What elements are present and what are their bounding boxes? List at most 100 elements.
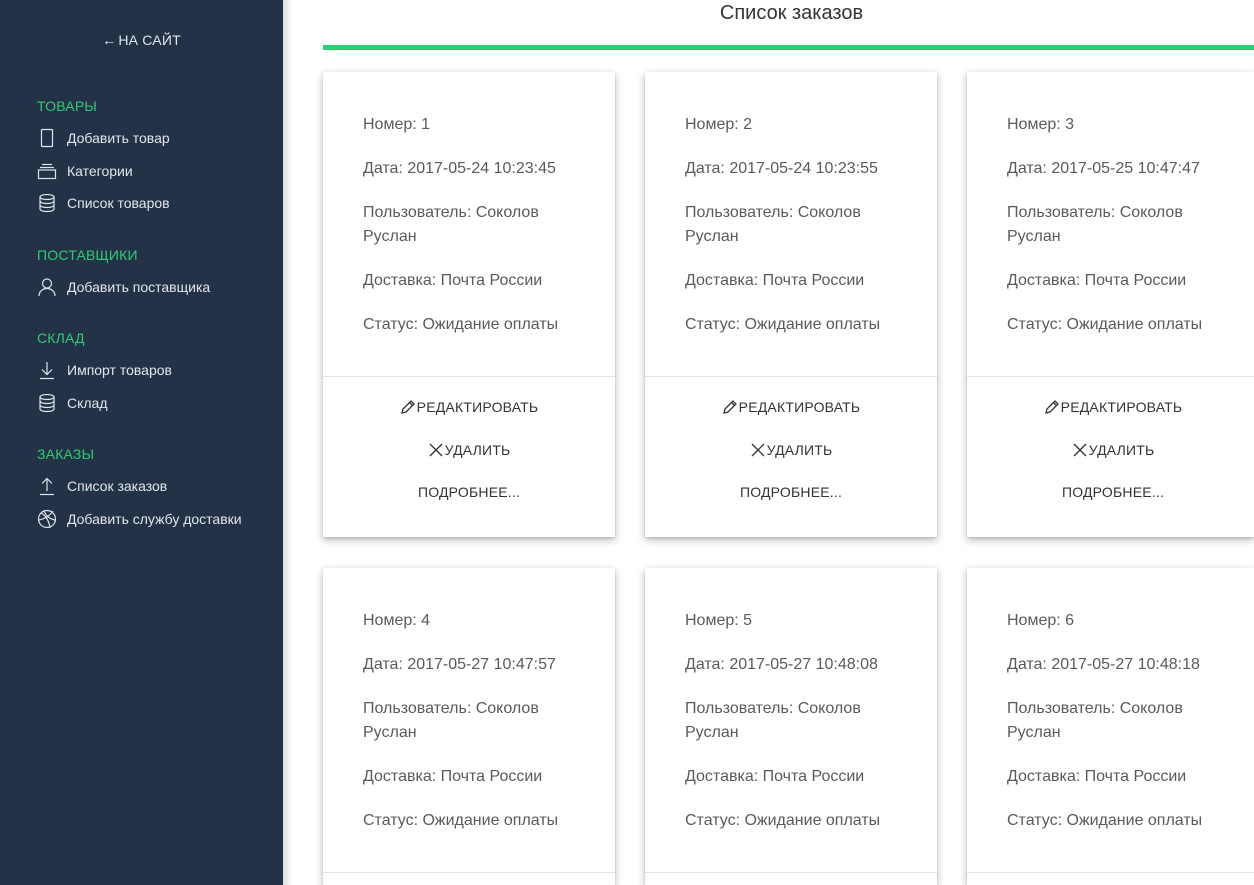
sidebar-item-label: Список товаров <box>67 195 170 211</box>
globe-icon <box>37 509 57 529</box>
edit-button[interactable]: РЕДАКТИРОВАТЬ <box>967 399 1254 415</box>
details-label: ПОДРОБНЕЕ... <box>417 484 521 500</box>
delete-button[interactable]: УДАЛИТЬ <box>323 442 615 458</box>
section-title-suppliers: ПОСТАВЩИКИ <box>37 247 138 263</box>
card-divider <box>323 376 615 377</box>
edit-button[interactable]: РЕДАКТИРОВАТЬ <box>645 399 937 415</box>
order-card: Номер: 4 Дата: 2017-05-27 10:47:57 Польз… <box>323 568 615 885</box>
section-title-warehouse: СКЛАД <box>37 330 85 346</box>
sidebar-item-label: Добавить поставщика <box>67 279 211 295</box>
card-divider <box>645 376 937 377</box>
order-number: Номер: 1 <box>363 116 431 133</box>
delete-button[interactable]: УДАЛИТЬ <box>645 442 937 458</box>
order-status: Статус: Ожидание оплаты <box>363 812 559 829</box>
back-link-label: НА САЙТ <box>118 32 181 48</box>
order-user: Пользователь: Соколов Руслан <box>363 700 539 741</box>
pencil-icon <box>400 400 415 414</box>
order-number: Номер: 6 <box>1007 612 1075 629</box>
order-number: Номер: 4 <box>363 612 431 629</box>
sidebar-item-product-list[interactable]: Список товаров <box>37 192 170 214</box>
card-divider <box>967 376 1254 377</box>
sidebar-item-add-delivery-service[interactable]: Добавить службу доставки <box>37 508 242 530</box>
order-status: Статус: Ожидание оплаты <box>1007 316 1203 333</box>
order-delivery: Доставка: Почта России <box>1007 272 1187 289</box>
order-card: Номер: 3 Дата: 2017-05-25 10:47:47 Польз… <box>967 72 1254 537</box>
delete-label: УДАЛИТЬ <box>1088 442 1155 458</box>
card-divider <box>323 872 615 873</box>
order-number: Номер: 2 <box>685 116 753 133</box>
order-date: Дата: 2017-05-27 10:47:57 <box>363 656 556 673</box>
order-number: Номер: 3 <box>1007 116 1075 133</box>
order-user: Пользователь: Соколов Руслан <box>1007 700 1183 741</box>
order-status: Статус: Ожидание оплаты <box>685 316 881 333</box>
details-button[interactable]: ПОДРОБНЕЕ... <box>645 484 937 500</box>
sidebar-item-label: Категории <box>67 163 133 179</box>
edit-label: РЕДАКТИРОВАТЬ <box>416 399 539 415</box>
download-icon <box>37 360 57 380</box>
order-status: Статус: Ожидание оплаты <box>363 316 559 333</box>
order-date: Дата: 2017-05-27 10:48:08 <box>685 656 878 673</box>
close-icon <box>429 443 443 457</box>
order-status: Статус: Ожидание оплаты <box>685 812 881 829</box>
order-number: Номер: 5 <box>685 612 753 629</box>
sidebar-item-order-list[interactable]: Список заказов <box>37 475 167 497</box>
edit-button[interactable]: РЕДАКТИРОВАТЬ <box>323 399 615 415</box>
order-card: Номер: 1 Дата: 2017-05-24 10:23:45 Польз… <box>323 72 615 537</box>
back-to-site-link[interactable]: ← НА САЙТ <box>0 32 283 48</box>
sidebar-item-add-supplier[interactable]: Добавить поставщика <box>37 276 210 298</box>
order-date: Дата: 2017-05-24 10:23:45 <box>363 160 556 177</box>
order-delivery: Доставка: Почта России <box>685 768 865 785</box>
sidebar-item-label: Список заказов <box>67 478 168 494</box>
order-delivery: Доставка: Почта России <box>1007 768 1187 785</box>
tablet-icon <box>37 128 57 148</box>
order-user: Пользователь: Соколов Руслан <box>685 204 861 245</box>
details-label: ПОДРОБНЕЕ... <box>739 484 843 500</box>
sidebar-item-warehouse[interactable]: Склад <box>37 392 108 414</box>
sidebar-item-categories[interactable]: Категории <box>37 160 133 182</box>
order-status: Статус: Ожидание оплаты <box>1007 812 1203 829</box>
pencil-icon <box>722 400 737 414</box>
order-delivery: Доставка: Почта России <box>363 272 543 289</box>
database-icon <box>37 393 57 413</box>
order-date: Дата: 2017-05-25 10:47:47 <box>1007 160 1200 177</box>
title-underline <box>323 45 1254 50</box>
delete-label: УДАЛИТЬ <box>766 442 833 458</box>
delete-button[interactable]: УДАЛИТЬ <box>967 442 1254 458</box>
order-user: Пользователь: Соколов Руслан <box>685 700 861 741</box>
order-delivery: Доставка: Почта России <box>685 272 865 289</box>
order-delivery: Доставка: Почта России <box>363 768 543 785</box>
close-icon <box>1073 443 1087 457</box>
order-card: Номер: 6 Дата: 2017-05-27 10:48:18 Польз… <box>967 568 1254 885</box>
edit-label: РЕДАКТИРОВАТЬ <box>1060 399 1183 415</box>
database-icon <box>37 193 57 213</box>
section-title-orders: ЗАКАЗЫ <box>37 446 95 462</box>
page-title: Список заказов <box>719 2 864 24</box>
order-user: Пользователь: Соколов Руслан <box>1007 204 1183 245</box>
order-date: Дата: 2017-05-24 10:23:55 <box>685 160 878 177</box>
details-label: ПОДРОБНЕЕ... <box>1061 484 1165 500</box>
order-user: Пользователь: Соколов Руслан <box>363 204 539 245</box>
upload-icon <box>37 476 57 496</box>
sidebar-item-label: Добавить службу доставки <box>67 511 242 527</box>
close-icon <box>751 443 765 457</box>
edit-label: РЕДАКТИРОВАТЬ <box>738 399 861 415</box>
pencil-icon <box>1044 400 1059 414</box>
order-card: Номер: 5 Дата: 2017-05-27 10:48:08 Польз… <box>645 568 937 885</box>
stack-icon <box>37 161 57 181</box>
user-icon <box>37 277 57 297</box>
section-title-products: ТОВАРЫ <box>37 98 97 114</box>
delete-label: УДАЛИТЬ <box>444 442 511 458</box>
arrow-left-icon: ← <box>102 32 117 48</box>
sidebar-item-add-product[interactable]: Добавить товар <box>37 127 170 149</box>
sidebar-shadow <box>283 0 293 885</box>
card-divider <box>967 872 1254 873</box>
sidebar-item-label: Импорт товаров <box>67 362 172 378</box>
order-card: Номер: 2 Дата: 2017-05-24 10:23:55 Польз… <box>645 72 937 537</box>
order-date: Дата: 2017-05-27 10:48:18 <box>1007 656 1200 673</box>
sidebar-item-import-products[interactable]: Импорт товаров <box>37 359 172 381</box>
details-button[interactable]: ПОДРОБНЕЕ... <box>323 484 615 500</box>
details-button[interactable]: ПОДРОБНЕЕ... <box>967 484 1254 500</box>
sidebar-item-label: Склад <box>67 395 108 411</box>
sidebar-item-label: Добавить товар <box>67 130 170 146</box>
sidebar: ← НА САЙТ ТОВАРЫ Добавить товар Категории… <box>0 0 283 885</box>
